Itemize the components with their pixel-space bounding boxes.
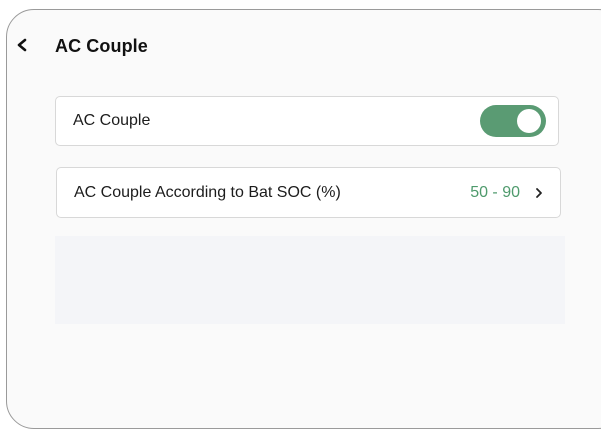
ac-couple-toggle[interactable]: [480, 105, 546, 137]
ac-couple-label: AC Couple: [73, 112, 151, 129]
back-button[interactable]: [14, 34, 32, 56]
empty-panel: [55, 236, 565, 324]
chevron-left-icon: [14, 34, 32, 56]
header: AC Couple: [0, 0, 601, 80]
soc-range-value: 50 - 90: [470, 183, 520, 201]
chevron-right-icon: [534, 186, 544, 200]
toggle-knob: [517, 109, 541, 133]
soc-range-label: AC Couple According to Bat SOC (%): [74, 183, 341, 201]
soc-range-row[interactable]: AC Couple According to Bat SOC (%) 50 - …: [56, 167, 561, 218]
ac-couple-row: AC Couple: [55, 96, 559, 146]
page-title: AC Couple: [55, 36, 148, 56]
